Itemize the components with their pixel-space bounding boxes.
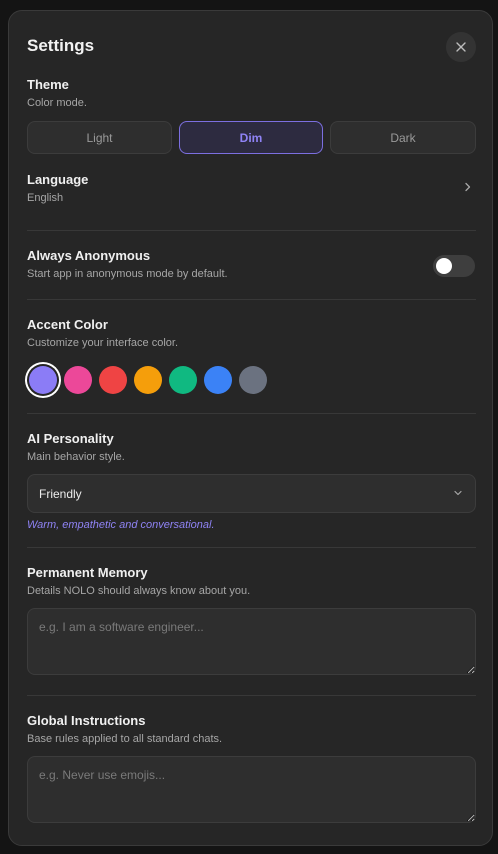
personality-select[interactable]: Friendly: [27, 474, 476, 513]
theme-title: Theme: [27, 77, 69, 92]
accent-swatch[interactable]: [99, 366, 127, 394]
memory-subtitle: Details NOLO should always know about yo…: [27, 585, 251, 597]
instructions-subtitle: Base rules applied to all standard chats…: [27, 733, 223, 745]
anonymous-title: Always Anonymous: [27, 248, 151, 263]
divider: [27, 413, 476, 414]
accent-swatch[interactable]: [239, 366, 267, 394]
divider: [27, 230, 476, 231]
instructions-textarea[interactable]: [27, 756, 476, 823]
anonymous-subtitle: Start app in anonymous mode by default.: [27, 268, 228, 280]
theme-option-dark[interactable]: Dark: [330, 121, 476, 154]
theme-subtitle: Color mode.: [27, 97, 87, 109]
personality-description: Warm, empathetic and conversational.: [27, 519, 215, 531]
personality-title: AI Personality: [27, 431, 114, 446]
theme-option-light[interactable]: Light: [27, 121, 172, 154]
settings-dialog: Settings Theme Color mode. Light Dim Dar…: [8, 10, 493, 846]
personality-subtitle: Main behavior style.: [27, 451, 125, 463]
divider: [27, 695, 476, 696]
language-title[interactable]: Language: [27, 172, 88, 187]
close-button[interactable]: [446, 32, 476, 62]
accent-title: Accent Color: [27, 317, 108, 332]
divider: [27, 299, 476, 300]
language-value[interactable]: English: [27, 192, 63, 204]
accent-swatch[interactable]: [169, 366, 197, 394]
divider: [27, 547, 476, 548]
theme-option-dim[interactable]: Dim: [179, 121, 323, 154]
memory-textarea[interactable]: [27, 608, 476, 675]
chevron-down-icon: [454, 490, 462, 496]
anonymous-toggle[interactable]: [433, 255, 475, 277]
accent-swatch[interactable]: [29, 366, 57, 394]
accent-swatch[interactable]: [204, 366, 232, 394]
accent-swatch[interactable]: [64, 366, 92, 394]
instructions-title: Global Instructions: [27, 713, 146, 728]
close-icon: [456, 42, 466, 52]
personality-selected-value: Friendly: [39, 487, 82, 501]
dialog-title: Settings: [27, 36, 95, 55]
toggle-knob: [436, 258, 452, 274]
chevron-right-icon[interactable]: [464, 182, 472, 192]
accent-swatch[interactable]: [134, 366, 162, 394]
accent-subtitle: Customize your interface color.: [27, 337, 179, 349]
memory-title: Permanent Memory: [27, 565, 148, 580]
